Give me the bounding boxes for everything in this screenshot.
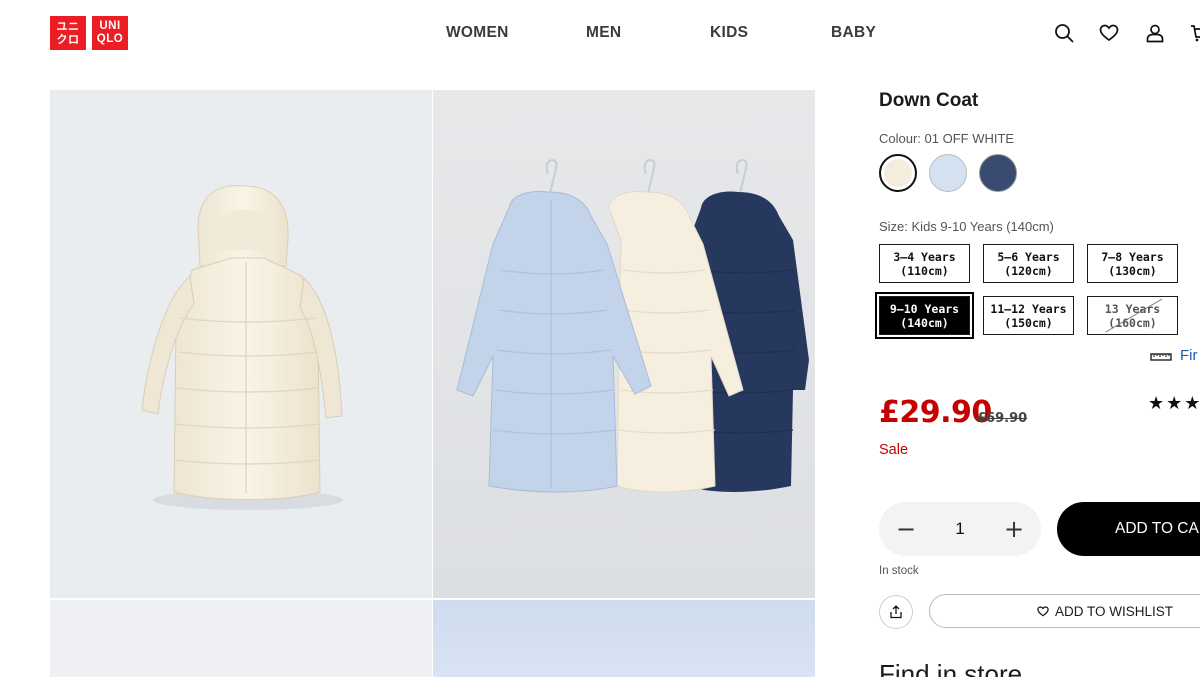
logo-text-bottom-left: クロ	[56, 33, 80, 46]
three-down-coats-image[interactable]	[433, 90, 815, 598]
size-option-age: 5–6 Years	[997, 249, 1060, 264]
share-icon	[890, 605, 902, 619]
size-option-height: (150cm)	[1004, 315, 1053, 330]
uniqlo-logo[interactable]: ユニ クロ UNI QLO	[50, 16, 128, 50]
heart-icon[interactable]	[1099, 23, 1119, 43]
wishlist-label: ADD TO WISHLIST	[1055, 603, 1174, 619]
share-button[interactable]	[879, 595, 913, 629]
heart-icon	[1037, 605, 1049, 616]
logo-text-top-left: ユニ	[56, 20, 80, 33]
size-option-height: (130cm)	[1108, 263, 1157, 278]
logo-text-bottom-right: QLO	[96, 33, 124, 45]
sale-price: £29.90	[879, 395, 992, 430]
size-option-5-6[interactable]: 5–6 Years (120cm)	[983, 244, 1074, 283]
add-to-cart-button[interactable]: ADD TO CAR	[1057, 502, 1200, 556]
size-option-age: 9–10 Years	[889, 301, 960, 316]
cart-icon[interactable]	[1189, 23, 1200, 43]
ruler-icon	[1150, 352, 1172, 361]
quantity-increase-button[interactable]: +	[1001, 516, 1027, 542]
logo-tile-right: UNI QLO	[92, 16, 128, 50]
stock-status: In stock	[879, 565, 919, 577]
size-option-height: (120cm)	[1004, 263, 1053, 278]
size-option-height: (110cm)	[900, 263, 949, 278]
colour-label: Colour: 01 OFF WHITE	[879, 131, 1015, 146]
size-option-age: 11–12 Years	[990, 301, 1067, 316]
size-option-7-8[interactable]: 7–8 Years (130cm)	[1087, 244, 1178, 283]
nav-women[interactable]: WOMEN	[446, 24, 509, 42]
quantity-stepper: − 1 +	[879, 502, 1041, 556]
product-title: Down Coat	[879, 90, 979, 111]
size-label: Size: Kids 9-10 Years (140cm)	[879, 219, 1054, 234]
size-option-9-10[interactable]: 9–10 Years (140cm)	[875, 292, 974, 339]
rating-stars[interactable]: ★★★	[1148, 393, 1200, 414]
nav-kids[interactable]: KIDS	[710, 24, 748, 42]
size-option-age: 3–4 Years	[893, 249, 956, 264]
logo-tile-left: ユニ クロ	[50, 16, 86, 50]
find-in-store-heading: Find in store	[879, 659, 1023, 677]
original-price: £69.90	[977, 411, 1028, 426]
size-option-3-4[interactable]: 3–4 Years (110cm)	[879, 244, 970, 283]
gallery-image-3[interactable]	[50, 600, 432, 677]
quantity-value: 1	[955, 519, 965, 538]
gallery-image-4[interactable]	[433, 600, 815, 677]
quantity-decrease-button[interactable]: −	[893, 516, 919, 542]
colour-swatch-navy[interactable]	[979, 154, 1017, 192]
search-icon[interactable]	[1054, 23, 1074, 43]
size-guide-link[interactable]: Fir	[1150, 347, 1198, 364]
size-option-11-12[interactable]: 11–12 Years (150cm)	[983, 296, 1074, 335]
nav-baby[interactable]: BABY	[831, 24, 876, 42]
off-white-down-coat-image[interactable]	[50, 90, 432, 598]
unavailable-slash	[1105, 298, 1163, 333]
size-option-height: (140cm)	[900, 315, 949, 330]
size-option-age: 7–8 Years	[1101, 249, 1164, 264]
colour-swatch-off-white[interactable]	[879, 154, 917, 192]
sale-label: Sale	[879, 442, 909, 458]
size-option-13-unavailable[interactable]: 13 Years (160cm)	[1087, 296, 1178, 335]
nav-men[interactable]: MEN	[586, 24, 621, 42]
product-gallery	[50, 90, 815, 677]
logo-text-top-right: UNI	[99, 20, 121, 32]
account-icon[interactable]	[1145, 23, 1165, 43]
colour-swatch-light-blue[interactable]	[929, 154, 967, 192]
add-to-wishlist-button[interactable]: ADD TO WISHLIST	[929, 594, 1200, 628]
size-guide-text: Fir	[1180, 347, 1198, 364]
